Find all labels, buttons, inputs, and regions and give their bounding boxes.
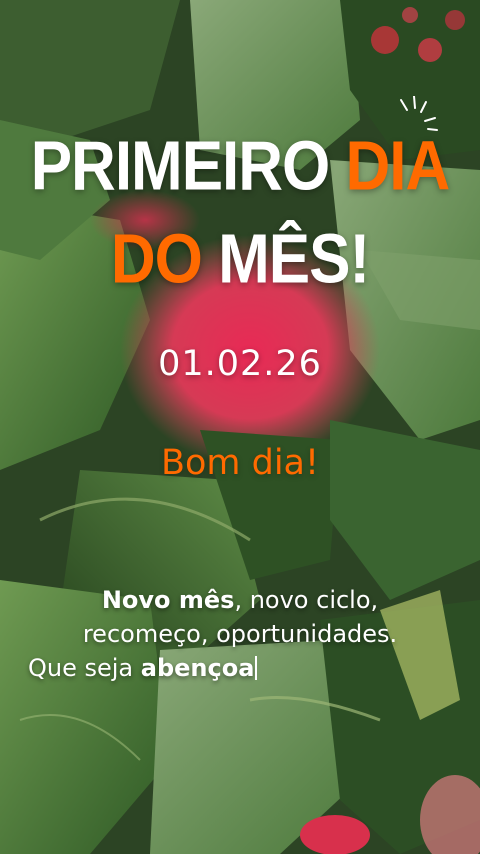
message-line-1: Novo mês, novo ciclo, <box>0 586 480 614</box>
message-bold-abencoa: abençoa <box>140 654 255 682</box>
headline-word-mes: MÊS! <box>218 220 370 299</box>
message-line-1-rest: , novo ciclo, <box>234 586 379 614</box>
message-line-3: Que seja abençoa <box>28 654 258 682</box>
greeting-text: Bom dia! <box>160 443 320 483</box>
headline-word-dia: DIA <box>345 127 451 206</box>
headline-word-do: DO <box>110 220 203 299</box>
message-line-3-plain: Que seja <box>28 654 141 682</box>
date-text: 01.02.26 <box>158 344 322 384</box>
headline-line-1: PRIMEIRO DIA <box>0 132 480 201</box>
headline-line-2: DO MÊS! <box>0 225 480 294</box>
message-bold-novo-mes: Novo mês <box>101 586 235 614</box>
headline-word-primeiro: PRIMEIRO <box>30 127 331 206</box>
message-line-2: recomeço, oportunidades. <box>82 620 398 648</box>
story-overlay: PRIMEIRO DIA DO MÊS! 01.02.26 Bom dia! N… <box>0 0 480 854</box>
typing-caret-icon <box>255 656 258 680</box>
